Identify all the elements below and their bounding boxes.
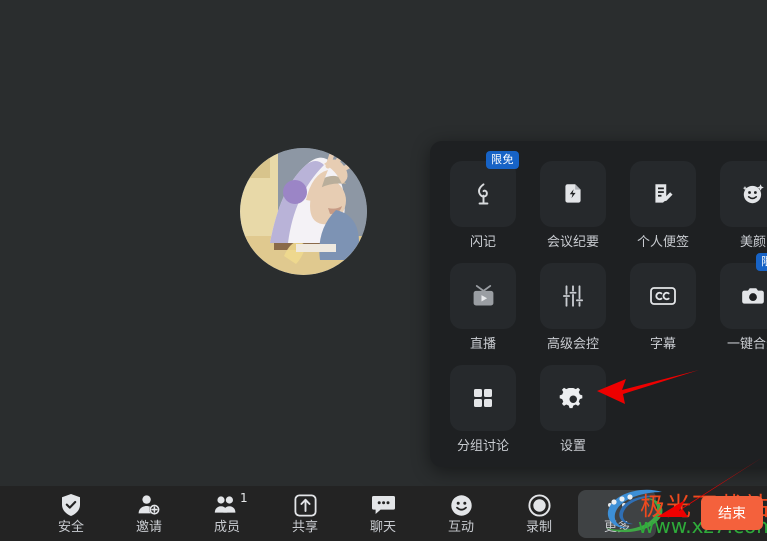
participants-count: 1 (240, 491, 248, 505)
add-person-icon (137, 493, 161, 517)
more-features-grid: 限免 闪记 会议纪要 个人便签 美颜 直播 高级会控 字幕 一键合 分组讨论 设… (450, 151, 767, 453)
more-features-panel: 限免 闪记 会议纪要 个人便签 美颜 直播 高级会控 字幕 一键合 分组讨论 设… (430, 141, 767, 467)
one-click-photo-icon (720, 263, 767, 329)
more-dots-glyph (608, 503, 626, 507)
toolbar-item-participants[interactable]: 1 成员 (188, 490, 266, 538)
more-tile-flash-note[interactable]: 限免 闪记 (450, 151, 519, 250)
toolbar-item-share[interactable]: 共享 (266, 490, 344, 538)
video-stage: 限免 闪记 会议纪要 个人便签 美颜 直播 高级会控 字幕 一键合 分组讨论 设… (0, 0, 767, 486)
more-tile-label: 会议纪要 (546, 235, 599, 250)
participants-icon: 1 (214, 492, 248, 517)
end-meeting-button[interactable]: 结束 (701, 496, 763, 530)
chat-bubble-icon (371, 493, 396, 517)
settings-gear-icon (540, 365, 606, 431)
more-tile-one-click-photo[interactable]: 限免 一键合影 (720, 253, 767, 352)
record-icon (527, 493, 551, 517)
more-tile-label: 闪记 (469, 235, 496, 250)
beauty-filter-icon (720, 161, 767, 227)
more-tile-beauty-filter[interactable]: 美颜 (720, 161, 767, 249)
more-tile-settings[interactable]: 设置 (540, 365, 606, 453)
toolbar-item-record[interactable]: 录制 (500, 490, 578, 538)
subtitles-icon (630, 263, 696, 329)
meeting-bottom-toolbar: 安全 邀请 1 成员 共享 聊天 互动 录制 更多 (0, 486, 767, 541)
more-tile-live-stream[interactable]: 直播 (450, 263, 516, 351)
more-tile-meeting-minutes[interactable]: 会议纪要 (540, 161, 606, 249)
toolbar-item-label: 聊天 (369, 520, 396, 535)
more-tile-subtitles[interactable]: 字幕 (630, 263, 696, 351)
breakout-rooms-icon (450, 365, 516, 431)
toolbar-item-label: 邀请 (135, 520, 162, 535)
toolbar-item-chat[interactable]: 聊天 (344, 490, 422, 538)
advanced-controls-icon (540, 263, 606, 329)
more-tile-label: 分组讨论 (456, 439, 509, 454)
toolbar-item-more[interactable]: 更多 (578, 489, 656, 538)
more-tile-label: 个人便签 (636, 235, 689, 250)
participant-avatar (240, 148, 367, 275)
toolbar-item-label: 共享 (291, 520, 318, 535)
shield-check-icon (60, 493, 82, 517)
more-tile-label: 直播 (469, 337, 496, 352)
more-tile-breakout-rooms[interactable]: 分组讨论 (450, 365, 516, 453)
toolbar-item-label: 更多 (603, 520, 630, 535)
meeting-minutes-icon (540, 161, 606, 227)
badge-free-limited: 限免 (486, 151, 519, 169)
more-tile-label: 字幕 (649, 337, 676, 352)
live-stream-icon (450, 263, 516, 329)
more-tile-label: 高级会控 (546, 337, 599, 352)
toolbar-item-label: 互动 (447, 520, 474, 535)
personal-notes-icon (630, 161, 696, 227)
more-tile-label: 美颜 (739, 235, 766, 250)
toolbar-item-label: 录制 (525, 520, 552, 535)
toolbar-item-label: 成员 (213, 520, 240, 535)
toolbar-item-invite[interactable]: 邀请 (110, 490, 188, 538)
toolbar-item-label: 安全 (57, 520, 84, 535)
more-tile-label: 一键合影 (726, 337, 767, 352)
flash-note-icon (450, 161, 516, 227)
toolbar-item-reactions[interactable]: 互动 (422, 490, 500, 538)
more-tile-advanced-controls[interactable]: 高级会控 (540, 263, 606, 351)
more-tile-personal-notes[interactable]: 个人便签 (630, 161, 696, 249)
badge-free-limited: 限免 (756, 253, 767, 271)
more-tile-label: 设置 (559, 439, 586, 454)
more-dots-icon (608, 493, 626, 517)
reactions-icon (450, 493, 473, 517)
share-screen-icon (293, 493, 317, 517)
toolbar-item-security[interactable]: 安全 (32, 490, 110, 538)
